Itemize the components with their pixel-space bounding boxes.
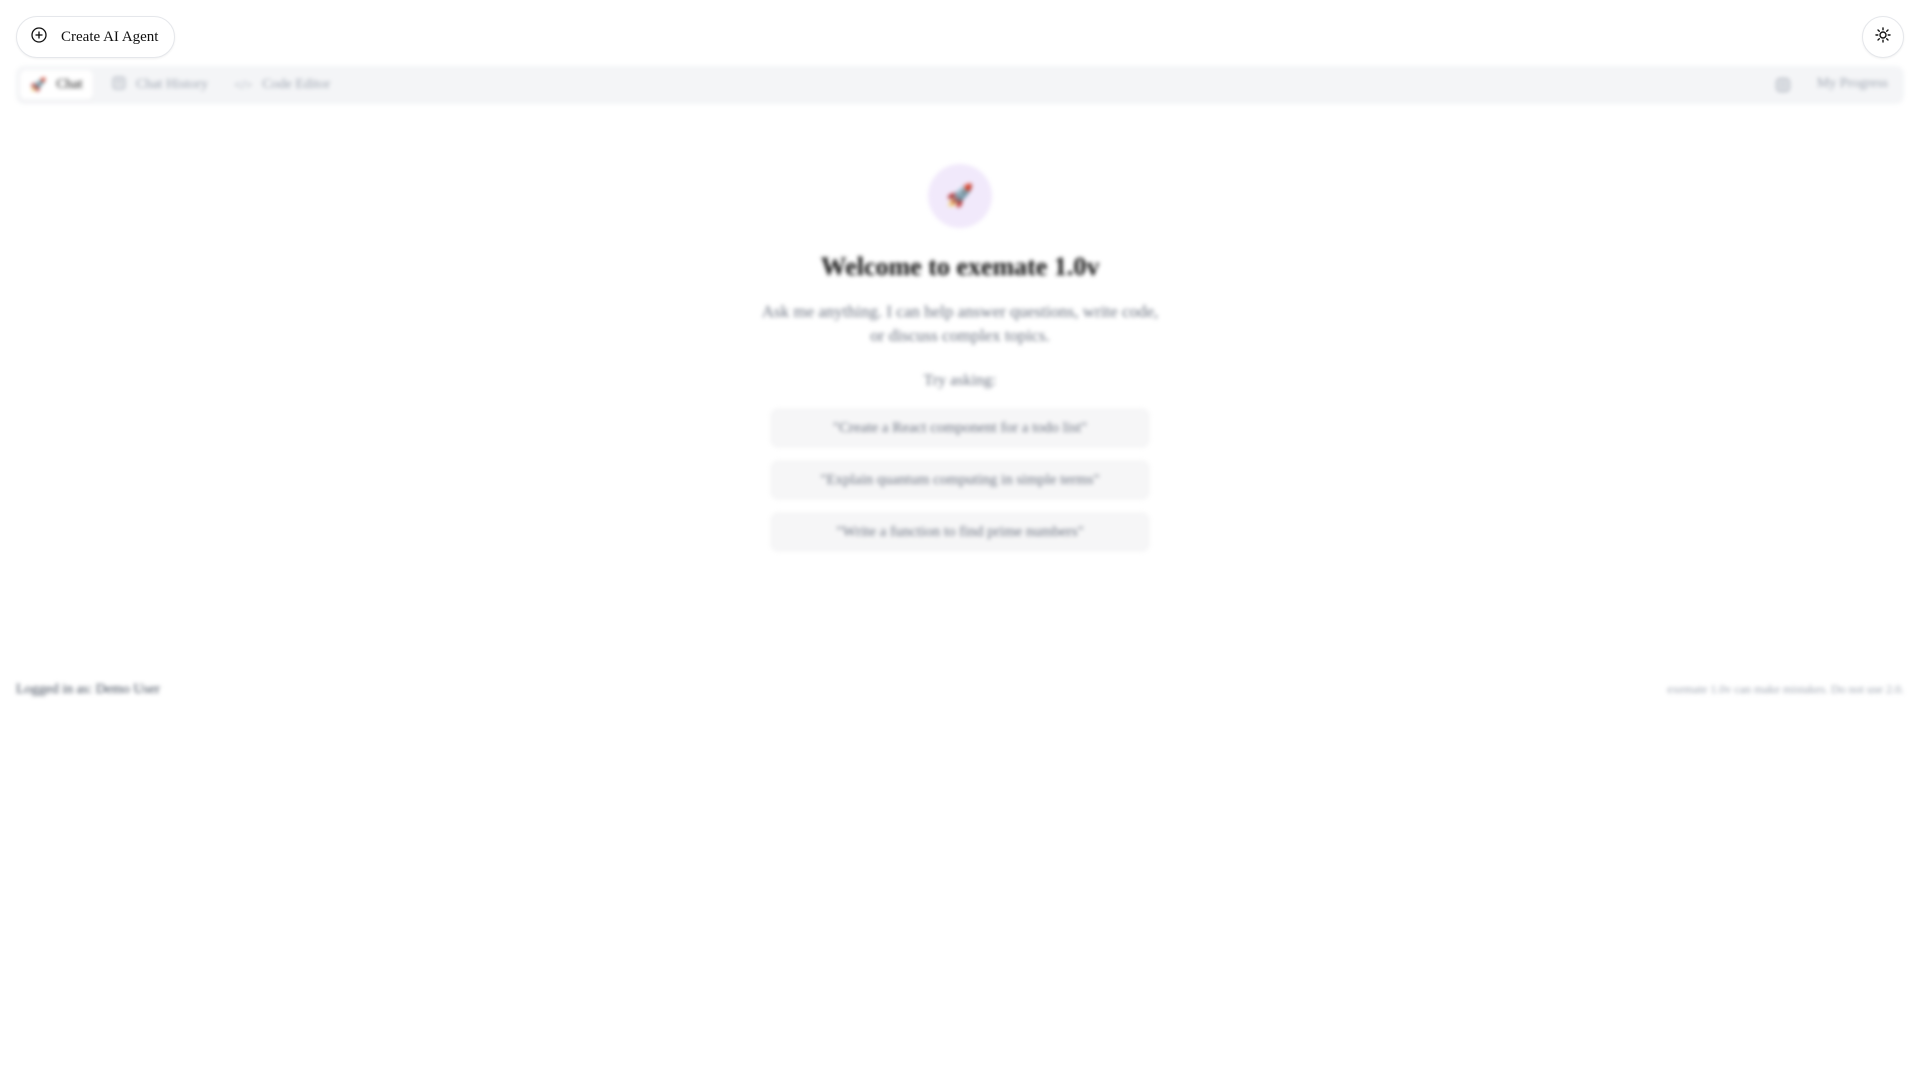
tab-code-editor[interactable]: </> Code Editor: [224, 70, 340, 100]
tab-chat-history[interactable]: Chat History: [102, 70, 218, 100]
app-root: Create AI Agent 🚀 Chat Chat History </> …: [0, 0, 1920, 1080]
rocket-icon: 🚀: [946, 183, 974, 208]
suggestion-text: "Explain quantum computing in simple ter…: [820, 471, 1100, 488]
tab-label: Chat History: [136, 77, 208, 92]
tab-bar: 🚀 Chat Chat History </> Code Editor My P…: [16, 66, 1904, 104]
suggestion-button[interactable]: "Explain quantum computing in simple ter…: [770, 460, 1150, 500]
logged-in-status: Logged in as: Demo User: [16, 682, 160, 697]
tab-label: Chat: [56, 77, 83, 92]
suggestion-button[interactable]: "Write a function to find prime numbers": [770, 512, 1150, 552]
code-icon: </>: [234, 77, 253, 92]
plus-circle-icon: [31, 26, 47, 48]
suggestion-button[interactable]: "Create a React component for a todo lis…: [770, 408, 1150, 448]
tab-chat[interactable]: 🚀 Chat: [20, 70, 93, 100]
create-ai-agent-label: Create AI Agent: [61, 28, 159, 45]
try-asking-label: Try asking:: [923, 372, 997, 389]
suggestion-text: "Write a function to find prime numbers": [836, 523, 1084, 540]
suggestion-text: "Create a React component for a todo lis…: [832, 419, 1088, 436]
my-progress-link[interactable]: My Progress: [1817, 76, 1888, 92]
sun-icon: [1875, 26, 1891, 48]
welcome-subtitle: Ask me anything. I can help answer quest…: [761, 302, 1159, 345]
create-ai-agent-button[interactable]: Create AI Agent: [16, 16, 176, 58]
history-icon: [112, 76, 126, 94]
tab-label: Code Editor: [262, 77, 331, 92]
welcome-title: Welcome to exemate 1.0v: [820, 252, 1100, 281]
theme-toggle-button[interactable]: [1862, 16, 1904, 58]
rocket-icon: 🚀: [30, 77, 47, 92]
welcome-avatar: 🚀: [928, 164, 992, 228]
settings-icon[interactable]: [1774, 76, 1792, 94]
disclaimer-text: exemate 1.0v can make mistakes. Do not u…: [1667, 682, 1904, 696]
